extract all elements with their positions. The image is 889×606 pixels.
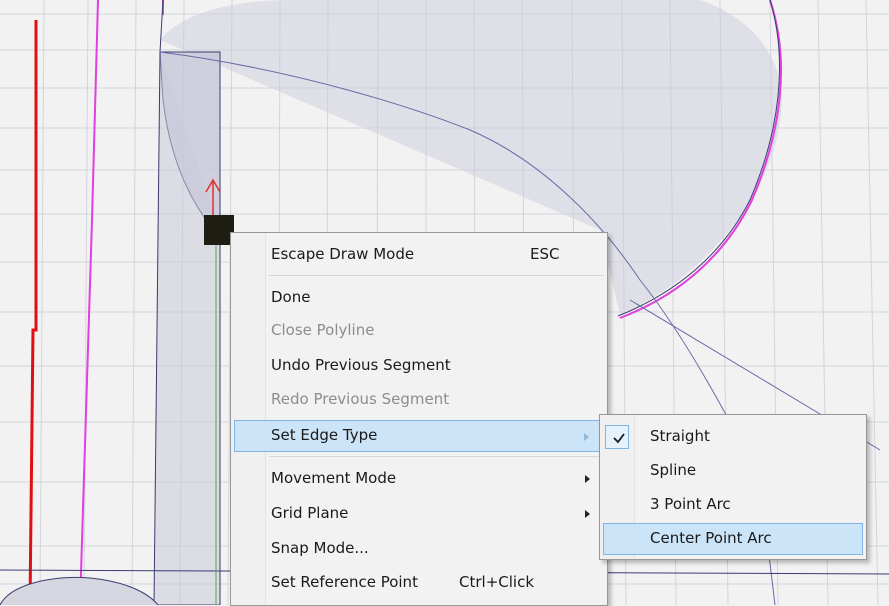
menu-separator [269,275,604,276]
edge-type-submenu: Straight Spline 3 Point Arc Center Point… [599,414,867,560]
menu-item-label: Grid Plane [271,504,349,522]
submenu-arrow-icon [585,510,590,518]
submenu-item-spline[interactable]: Spline [603,455,863,486]
menu-item-label: Close Polyline [271,321,375,339]
menu-item-snap-mode[interactable]: Snap Mode... [234,533,604,564]
bottom-circle [0,577,159,605]
menu-item-shortcut: Ctrl+Click [459,573,534,591]
menu-item-label: Escape Draw Mode [271,245,415,263]
menu-item-close-polyline[interactable]: Close Polyline [234,315,604,346]
circle-left-edge [159,0,164,53]
menu-item-label: Movement Mode [271,469,397,487]
menu-separator [269,456,604,457]
submenu-arrow-icon [585,475,590,483]
submenu-item-3-point-arc[interactable]: 3 Point Arc [603,489,863,520]
menu-item-shortcut: ESC [530,245,560,263]
submenu-item-label: Straight [650,427,710,445]
submenu-item-label: Center Point Arc [650,529,772,547]
menu-item-label: Set Reference Point [271,573,418,591]
menu-item-set-reference-point[interactable]: Set Reference Point Ctrl+Click [234,567,604,598]
submenu-item-straight[interactable]: Straight [601,421,863,452]
menu-item-label: Snap Mode... [271,539,369,557]
submenu-item-label: 3 Point Arc [650,495,731,513]
menu-item-set-edge-type[interactable]: Set Edge Type [234,420,604,452]
context-menu: Escape Draw Mode ESC Done Close Polyline… [230,232,608,606]
menu-item-done[interactable]: Done [234,282,604,313]
menu-item-label: Set Edge Type [271,426,378,444]
menu-item-redo-previous-segment[interactable]: Redo Previous Segment [234,384,604,415]
submenu-item-label: Spline [650,461,697,479]
menu-item-movement-mode[interactable]: Movement Mode [234,463,604,494]
menu-item-grid-plane[interactable]: Grid Plane [234,498,604,529]
menu-item-label: Undo Previous Segment [271,356,451,374]
menu-item-undo-previous-segment[interactable]: Undo Previous Segment [234,350,604,381]
menu-item-label: Done [271,288,311,306]
checkmark-icon [613,433,625,444]
submenu-item-center-point-arc[interactable]: Center Point Arc [603,523,863,555]
magenta-line [79,0,99,605]
menu-item-label: Redo Previous Segment [271,390,450,408]
submenu-arrow-icon [584,433,589,441]
menu-item-escape-draw-mode[interactable]: Escape Draw Mode ESC [234,239,604,270]
